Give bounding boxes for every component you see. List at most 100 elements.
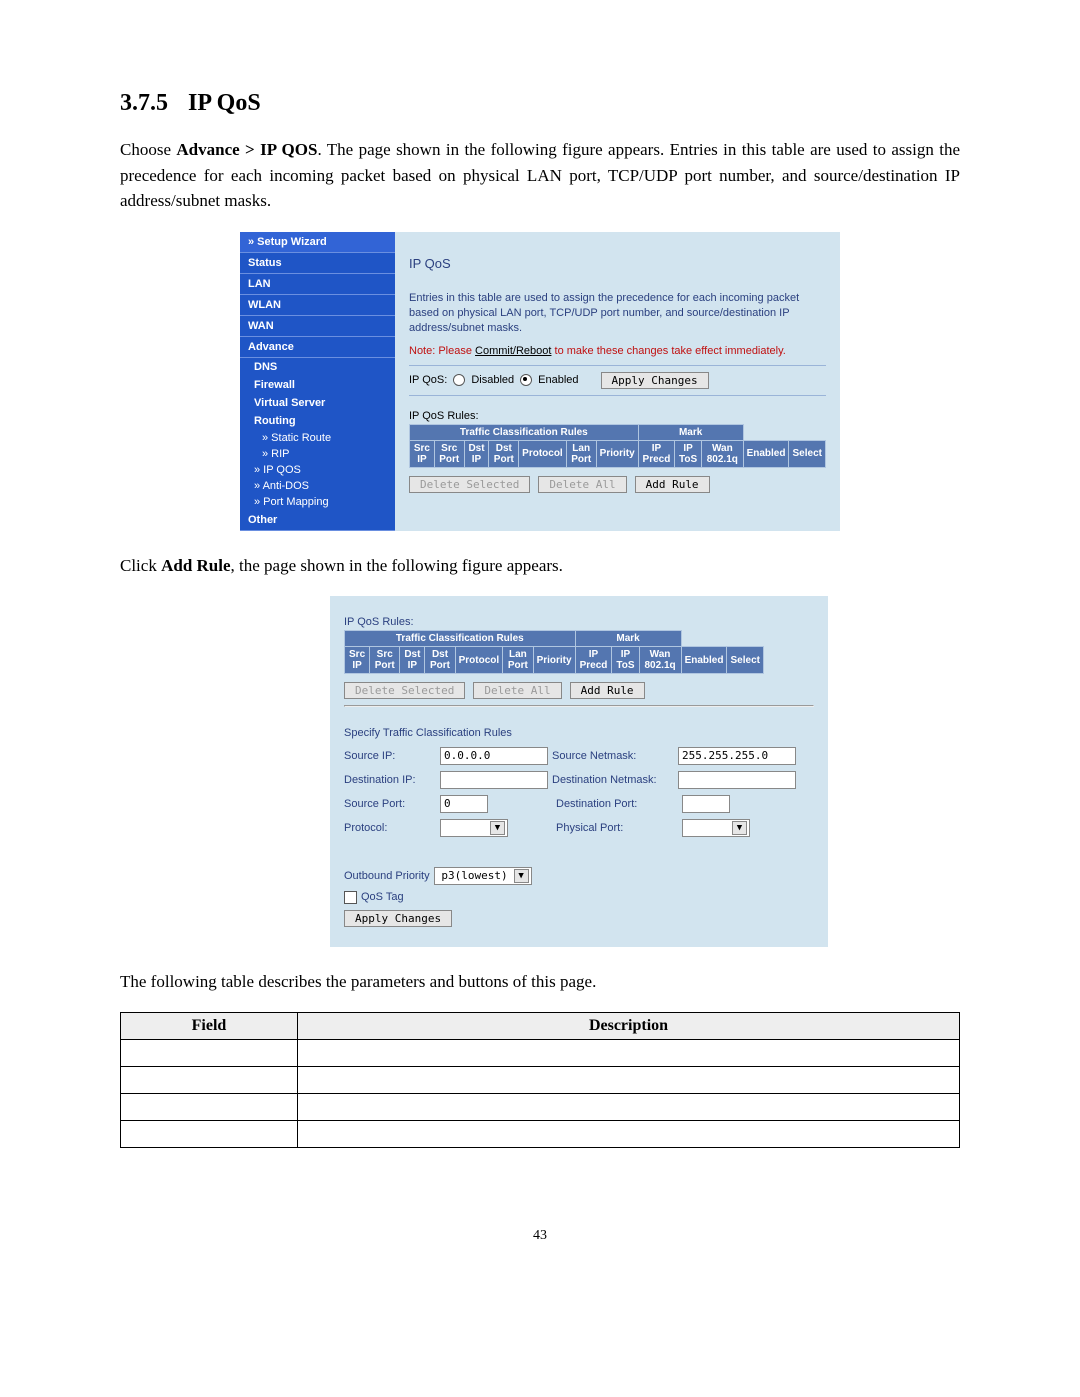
nav-lan[interactable]: LAN bbox=[240, 274, 395, 295]
nav-firewall[interactable]: Firewall bbox=[240, 376, 395, 394]
source-port-input[interactable]: 0 bbox=[440, 795, 488, 813]
add-rule-paragraph: Click Add Rule, the page shown in the fo… bbox=[120, 553, 960, 579]
nav-routing[interactable]: Routing bbox=[240, 412, 395, 430]
dest-netmask-label: Destination Netmask: bbox=[548, 774, 678, 786]
section-number: 3.7.5 bbox=[120, 90, 168, 116]
col2-enabled: Enabled bbox=[681, 647, 727, 674]
add-rule-button[interactable]: Add Rule bbox=[635, 476, 710, 493]
commit-reboot-link[interactable]: Commit/Reboot bbox=[475, 345, 551, 357]
nav-other[interactable]: Other bbox=[240, 510, 395, 531]
sidebar: » Setup Wizard Status LAN WLAN WAN Advan… bbox=[240, 232, 395, 531]
outbound-priority-label: Outbound Priority bbox=[344, 870, 430, 882]
apply-changes-button-2[interactable]: Apply Changes bbox=[344, 910, 452, 927]
qos-enabled-radio[interactable] bbox=[520, 374, 532, 386]
rules-group-traffic: Traffic Classification Rules bbox=[410, 424, 639, 440]
col2-dst-ip: Dst IP bbox=[400, 647, 425, 674]
apply-changes-button[interactable]: Apply Changes bbox=[601, 372, 709, 389]
col-ip-tos: IP ToS bbox=[675, 440, 702, 467]
divider bbox=[344, 705, 814, 707]
nav-wlan[interactable]: WLAN bbox=[240, 295, 395, 316]
rules-label: IP QoS Rules: bbox=[409, 410, 826, 422]
dest-ip-input[interactable] bbox=[440, 771, 548, 789]
col-wan-8021q: Wan 802.1q bbox=[702, 440, 744, 467]
protocol-label: Protocol: bbox=[344, 822, 440, 834]
nav-port-mapping[interactable]: » Port Mapping bbox=[240, 494, 395, 510]
p2-post: , the page shown in the following figure… bbox=[231, 556, 563, 575]
dest-ip-label: Destination IP: bbox=[344, 774, 440, 786]
qos-tag-checkbox[interactable] bbox=[344, 891, 357, 904]
delete-selected-button[interactable]: Delete Selected bbox=[409, 476, 530, 493]
nav-rip[interactable]: » RIP bbox=[240, 446, 395, 462]
rules-label-2: IP QoS Rules: bbox=[344, 616, 814, 628]
protocol-select[interactable]: ▼ bbox=[440, 819, 508, 837]
nav-ip-qos[interactable]: » IP QOS bbox=[240, 462, 395, 478]
source-ip-label: Source IP: bbox=[344, 750, 440, 762]
section-heading: 3.7.5 IP QoS bbox=[120, 90, 960, 117]
add-rule-button-2[interactable]: Add Rule bbox=[570, 682, 645, 699]
chevron-down-icon: ▼ bbox=[490, 821, 505, 835]
col2-ip-precd: IP Precd bbox=[575, 647, 612, 674]
outbound-priority-select[interactable]: p3(lowest) ▼ bbox=[434, 867, 532, 885]
dest-port-label: Destination Port: bbox=[552, 798, 682, 810]
source-netmask-label: Source Netmask: bbox=[548, 750, 678, 762]
qos-enabled-label: Enabled bbox=[538, 374, 578, 386]
col-dst-port: Dst Port bbox=[489, 440, 519, 467]
qos-label: IP QoS: bbox=[409, 374, 447, 386]
qos-disabled-label: Disabled bbox=[471, 374, 514, 386]
nav-wan[interactable]: WAN bbox=[240, 316, 395, 337]
col2-wan-8021q: Wan 802.1q bbox=[639, 647, 681, 674]
dest-port-input[interactable] bbox=[682, 795, 730, 813]
source-netmask-input[interactable]: 255.255.255.0 bbox=[678, 747, 796, 765]
rules2-group-mark: Mark bbox=[575, 631, 681, 647]
page-number: 43 bbox=[120, 1228, 960, 1284]
rules-button-row: Delete Selected Delete All Add Rule bbox=[409, 476, 826, 493]
p2-pre: Click bbox=[120, 556, 161, 575]
nav-static-route[interactable]: » Static Route bbox=[240, 430, 395, 446]
chevron-down-icon: ▼ bbox=[514, 869, 529, 883]
nav-status[interactable]: Status bbox=[240, 253, 395, 274]
source-ip-input[interactable]: 0.0.0.0 bbox=[440, 747, 548, 765]
chevron-down-icon: ▼ bbox=[732, 821, 747, 835]
panel-description: Entries in this table are used to assign… bbox=[409, 291, 826, 337]
divider bbox=[409, 395, 826, 396]
col2-lan-port: Lan Port bbox=[503, 647, 533, 674]
source-port-label: Source Port: bbox=[344, 798, 440, 810]
col-ip-precd: IP Precd bbox=[638, 440, 675, 467]
col2-priority: Priority bbox=[533, 647, 575, 674]
add-rule-form-screenshot: IP QoS Rules: Traffic Classification Rul… bbox=[330, 596, 828, 947]
col-priority: Priority bbox=[596, 440, 638, 467]
panel-title: IP QoS bbox=[409, 256, 826, 271]
specify-rules-heading: Specify Traffic Classification Rules bbox=[344, 727, 814, 739]
p2-bold: Add Rule bbox=[161, 556, 230, 575]
table-row bbox=[121, 1040, 960, 1067]
rules2-button-row: Delete Selected Delete All Add Rule bbox=[344, 682, 814, 699]
physical-port-select[interactable]: ▼ bbox=[682, 819, 750, 837]
nav-advance[interactable]: Advance bbox=[240, 337, 395, 358]
rules2-group-traffic: Traffic Classification Rules bbox=[345, 631, 576, 647]
intro-bold: Advance > IP QOS bbox=[176, 140, 317, 159]
nav-setup-wizard[interactable]: » Setup Wizard bbox=[240, 232, 395, 253]
nav-anti-dos[interactable]: » Anti-DOS bbox=[240, 478, 395, 494]
delete-all-button-2[interactable]: Delete All bbox=[473, 682, 561, 699]
nav-virtual-server[interactable]: Virtual Server bbox=[240, 394, 395, 412]
col2-dst-port: Dst Port bbox=[425, 647, 455, 674]
col2-protocol: Protocol bbox=[455, 647, 503, 674]
rules-group-mark: Mark bbox=[638, 424, 743, 440]
dest-netmask-input[interactable] bbox=[678, 771, 796, 789]
qos-enable-row: IP QoS: Disabled Enabled Apply Changes bbox=[409, 372, 826, 389]
delete-all-button[interactable]: Delete All bbox=[538, 476, 626, 493]
qos-disabled-radio[interactable] bbox=[453, 374, 465, 386]
content-panel: IP QoS Entries in this table are used to… bbox=[395, 232, 840, 531]
col-lan-port: Lan Port bbox=[566, 440, 596, 467]
nav-dns[interactable]: DNS bbox=[240, 358, 395, 376]
delete-selected-button-2[interactable]: Delete Selected bbox=[344, 682, 465, 699]
table-intro-paragraph: The following table describes the parame… bbox=[120, 969, 960, 995]
note-pre: Note: Please bbox=[409, 345, 475, 357]
col2-src-port: Src Port bbox=[370, 647, 400, 674]
panel-note: Note: Please Commit/Reboot to make these… bbox=[409, 345, 826, 357]
note-post: to make these changes take effect immedi… bbox=[551, 345, 785, 357]
rules-table-2: Traffic Classification Rules Mark Src IP… bbox=[344, 630, 764, 674]
col2-src-ip: Src IP bbox=[345, 647, 370, 674]
col2-ip-tos: IP ToS bbox=[612, 647, 639, 674]
col-select: Select bbox=[789, 440, 826, 467]
